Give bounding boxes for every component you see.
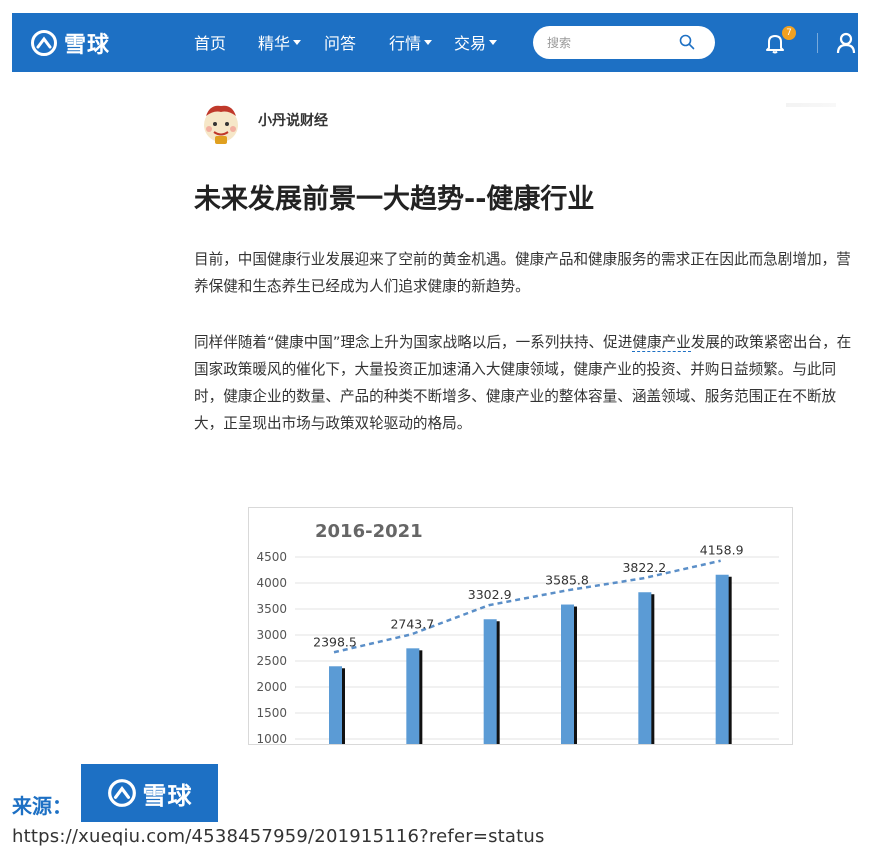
search-input[interactable] xyxy=(547,33,677,53)
nav-divider xyxy=(817,33,818,53)
notification-badge: 7 xyxy=(782,26,796,40)
nav-trade-label: 交易 xyxy=(454,34,487,53)
data-label: 3822.2 xyxy=(622,560,666,575)
bar xyxy=(638,592,652,744)
snowball-logo-icon xyxy=(31,30,57,56)
y-tick-label: 4000 xyxy=(256,576,287,590)
site-logo[interactable]: 雪球 xyxy=(30,27,110,59)
chart-title: 2016-2021 xyxy=(315,521,423,542)
bar xyxy=(329,666,342,744)
source-logo: 雪球 xyxy=(81,764,218,822)
snowball-logo-icon xyxy=(107,779,136,807)
y-tick-label: 3500 xyxy=(256,602,287,616)
data-label: 3585.8 xyxy=(545,573,589,588)
data-label: 3302.9 xyxy=(468,587,512,602)
bar xyxy=(561,604,574,744)
y-tick-label: 3000 xyxy=(256,628,287,642)
nav-home[interactable]: 首页 xyxy=(194,31,226,53)
bar-chart: 2016-2021 4500 4000 3500 3000 2500 2000 1500 100… xyxy=(256,521,779,745)
decorative-mark xyxy=(786,103,836,107)
article-title: 未来发展前景一大趋势--健康行业 xyxy=(194,184,595,215)
brand-name: 雪球 xyxy=(142,781,193,810)
author-avatar[interactable] xyxy=(198,100,244,146)
nav-market[interactable]: 行情 xyxy=(389,31,433,53)
y-tick-label: 2500 xyxy=(256,654,287,668)
y-tick-label: 2000 xyxy=(256,680,287,694)
bar xyxy=(715,574,729,744)
nav-featured-label: 精华 xyxy=(258,34,291,53)
search-box xyxy=(533,26,715,59)
brand-name: 雪球 xyxy=(64,33,111,58)
top-navbar: 雪球 首页 精华 问答 行情 交易 7 xyxy=(12,13,858,72)
chevron-down-icon xyxy=(424,39,433,45)
data-label: 2398.5 xyxy=(313,634,357,649)
chevron-down-icon xyxy=(489,39,498,45)
user-icon[interactable] xyxy=(836,32,856,54)
author-name[interactable]: 小丹说财经 xyxy=(258,110,328,130)
nav-featured[interactable]: 精华 xyxy=(258,31,302,53)
bar xyxy=(406,648,420,744)
article-paragraph-1: 目前，中国健康行业发展迎来了空前的黄金机遇。健康产品和健康服务的需求正在因此而急… xyxy=(194,251,851,295)
y-tick-label: 1000 xyxy=(256,732,287,745)
source-label: 来源： xyxy=(12,794,72,818)
nav-home-label: 首页 xyxy=(194,34,227,53)
y-tick-label: 4500 xyxy=(256,550,287,564)
article-paragraph-2: 同样伴随着“健康中国”理念上升为国家战略以后，一系列扶持、促进健康产业发展的政策… xyxy=(194,329,854,437)
data-label: 4158.9 xyxy=(700,543,744,558)
chevron-down-icon xyxy=(293,39,302,45)
chart-image: 2016-2021 4500 4000 3500 3000 2500 2000 1500 100… xyxy=(248,507,793,745)
paragraph-text: 同样伴随着“健康中国”理念上升为国家战略以后，一系列扶持、促进 xyxy=(194,334,633,351)
nav-qa-label: 问答 xyxy=(324,34,357,53)
keyword-link[interactable]: 健康产业 xyxy=(632,334,691,352)
search-icon[interactable] xyxy=(679,34,695,50)
nav-market-label: 行情 xyxy=(389,34,422,53)
bar xyxy=(483,619,497,744)
nav-qa[interactable]: 问答 xyxy=(324,31,356,53)
source-url[interactable]: https://xueqiu.com/4538457959/201915116?… xyxy=(12,826,545,847)
y-tick-label: 1500 xyxy=(256,706,287,720)
data-label: 2743.7 xyxy=(390,616,434,631)
nav-trade[interactable]: 交易 xyxy=(454,31,498,53)
